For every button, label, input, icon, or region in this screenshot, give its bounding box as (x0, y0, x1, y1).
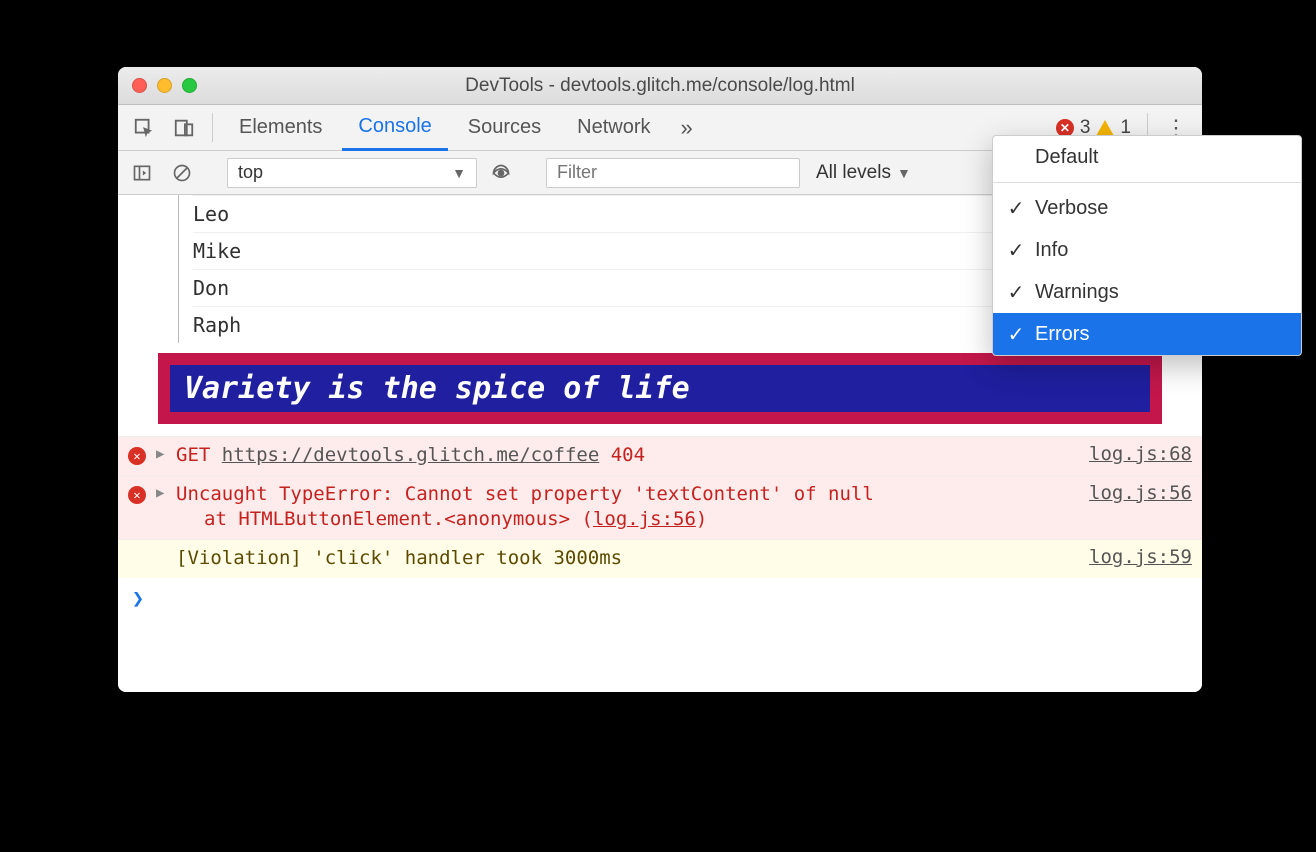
console-prompt[interactable]: ❯ (118, 578, 1202, 618)
stack-frame-prefix: at HTMLButtonElement.<anonymous> ( (204, 508, 593, 530)
console-violation-row[interactable]: [Violation] 'click' handler took 3000ms … (118, 539, 1202, 578)
close-window-button[interactable] (132, 78, 147, 93)
error-icon: ✕ (1056, 119, 1074, 137)
tab-console[interactable]: Console (342, 105, 447, 151)
exception-text: Uncaught TypeError: Cannot set property … (176, 483, 874, 505)
window-title: DevTools - devtools.glitch.me/console/lo… (118, 75, 1202, 97)
dropdown-item-errors[interactable]: ✓ Errors (993, 313, 1301, 355)
dropdown-label: Warnings (1035, 281, 1119, 304)
zoom-window-button[interactable] (182, 78, 197, 93)
dropdown-item-info[interactable]: ✓ Info (993, 229, 1301, 271)
titlebar: DevTools - devtools.glitch.me/console/lo… (118, 67, 1202, 105)
inspect-element-icon[interactable] (126, 105, 162, 150)
dropdown-label: Default (1035, 146, 1098, 169)
stack-frame-suffix: ) (696, 508, 707, 530)
dropdown-item-verbose[interactable]: ✓ Verbose (993, 187, 1301, 229)
minimize-window-button[interactable] (157, 78, 172, 93)
dropdown-item-warnings[interactable]: ✓ Warnings (993, 271, 1301, 313)
expand-caret-icon[interactable]: ▶ (156, 443, 168, 462)
dropdown-label: Info (1035, 239, 1068, 262)
source-link[interactable]: log.js:59 (1079, 546, 1192, 568)
tab-network[interactable]: Network (561, 105, 666, 150)
check-icon: ✓ (1007, 322, 1025, 347)
http-status: 404 (611, 444, 645, 466)
chevron-down-icon: ▼ (897, 165, 911, 181)
execution-context-value: top (238, 162, 263, 183)
expand-caret-icon[interactable]: ▶ (156, 482, 168, 501)
log-levels-selector[interactable]: All levels ▼ (808, 162, 919, 184)
error-icon: ✕ (128, 443, 148, 465)
dropdown-label: Verbose (1035, 197, 1108, 220)
check-icon: ✓ (1007, 196, 1025, 221)
error-message: GET https://devtools.glitch.me/coffee 40… (176, 443, 1071, 469)
request-url[interactable]: https://devtools.glitch.me/coffee (222, 444, 600, 466)
stack-frame-link[interactable]: log.js:56 (593, 508, 696, 530)
separator (993, 182, 1301, 183)
tab-sources[interactable]: Sources (452, 105, 557, 150)
log-levels-dropdown: Default ✓ Verbose ✓ Info ✓ Warnings ✓ Er… (992, 135, 1302, 356)
console-error-row[interactable]: ✕ ▶ Uncaught TypeError: Cannot set prope… (118, 475, 1202, 539)
device-toolbar-icon[interactable] (166, 105, 202, 150)
tab-elements[interactable]: Elements (223, 105, 338, 150)
source-link[interactable]: log.js:56 (1079, 482, 1192, 504)
violation-text: [Violation] 'click' handler took 3000ms (176, 546, 1071, 572)
error-icon: ✕ (128, 482, 148, 504)
clear-console-icon[interactable] (166, 157, 198, 189)
source-link[interactable]: log.js:68 (1079, 443, 1192, 465)
filter-input[interactable] (546, 158, 800, 188)
warning-icon (1096, 120, 1114, 136)
check-icon: ✓ (1007, 280, 1025, 305)
execution-context-selector[interactable]: top ▼ (227, 158, 477, 188)
chevron-down-icon: ▼ (452, 165, 466, 181)
console-error-row[interactable]: ✕ ▶ GET https://devtools.glitch.me/coffe… (118, 436, 1202, 475)
check-icon: ✓ (1007, 238, 1025, 263)
error-message: Uncaught TypeError: Cannot set property … (176, 482, 1071, 533)
log-levels-label: All levels (816, 162, 891, 184)
live-expression-icon[interactable] (485, 157, 517, 189)
spacer (156, 546, 168, 549)
dropdown-label: Errors (1035, 323, 1089, 346)
http-method: GET (176, 444, 210, 466)
toggle-sidebar-icon[interactable] (126, 157, 158, 189)
more-tabs-icon[interactable]: » (671, 105, 703, 150)
dropdown-item-default[interactable]: Default (993, 136, 1301, 178)
traffic-lights (132, 78, 197, 93)
separator (212, 113, 213, 142)
styled-console-message: Variety is the spice of life (158, 353, 1162, 424)
